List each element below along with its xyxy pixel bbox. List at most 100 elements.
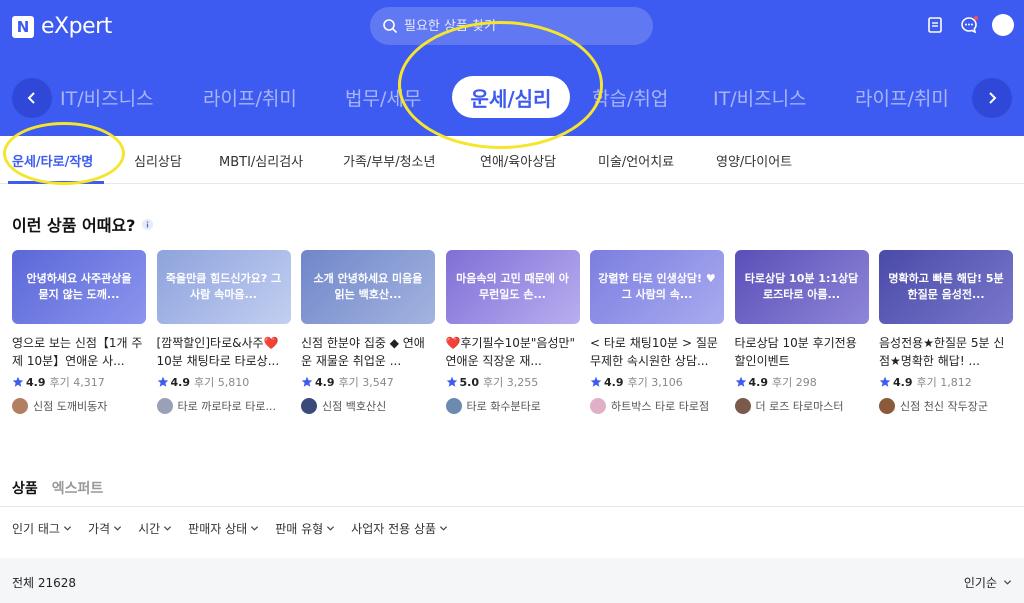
subtab-mbti[interactable]: MBTI/심리검사 (219, 151, 303, 170)
chevron-down-icon (114, 526, 122, 531)
category-prev-button[interactable] (12, 78, 52, 118)
star-icon (157, 376, 168, 387)
category-it-business-2[interactable]: IT/비즈니스 (713, 84, 807, 111)
star-icon (879, 376, 891, 387)
product-thumbnail[interactable]: 마음속의 고민 때문에 아무런일도 손... (445, 250, 580, 324)
product-card[interactable]: 강렬한 타로 인생상담! ♥ 그 사람의 속... < 타로 채팅10분 > 질문… (590, 250, 724, 414)
subtab-nutrition-diet[interactable]: 영양/다이어트 (716, 151, 792, 170)
product-title[interactable]: < 타로 채팅10분 > 질문무제한 속시원한 상담... (590, 334, 724, 370)
seller-avatar (590, 398, 606, 414)
category-fortune-psychology[interactable]: 운세/심리 (452, 76, 570, 118)
filter-popular-tag[interactable]: 인기 태그 (12, 520, 72, 537)
product-card[interactable]: 명확하고 빠른 해답! 5분 한질문 음성전... 음성전용★한질문 5분 신점★… (879, 250, 1013, 414)
search-bar[interactable] (370, 7, 653, 45)
product-card[interactable]: 마음속의 고민 때문에 아무런일도 손... ❤️후기필수10분"음성만" 연애운… (445, 250, 580, 414)
filter-business-only[interactable]: 사업자 전용 상품 (351, 520, 448, 537)
product-title[interactable]: [깜짝할인]타로&사주❤️10분 채팅타로 타로상... (157, 334, 291, 370)
category-life-hobby[interactable]: 라이프/취미 (203, 84, 297, 111)
review-count: 후기 3,547 (338, 376, 394, 389)
logo[interactable]: N eXpert (12, 14, 112, 39)
chevron-right-icon (989, 92, 997, 104)
thumbnail-text: 안녕하세요 사주관상을 묻지 않는 도깨... (26, 272, 132, 301)
subtab-love-parenting[interactable]: 연애/육아상담 (480, 151, 556, 170)
thumbnail-text: 죽을만큼 힘드신가요? 그사람 속마음... (165, 272, 282, 301)
category-life-hobby-2[interactable]: 라이프/취미 (855, 84, 949, 111)
thumbnail-text: 강렬한 타로 인생상담! ♥ 그 사람의 속... (598, 272, 716, 301)
seller-avatar (301, 398, 317, 414)
product-title[interactable]: 음성전용★한질문 5분 신점★명확한 해답! ... (879, 334, 1013, 370)
filter-label: 판매자 상태 (188, 522, 248, 536)
rating: 4.9 후기 3,547 (301, 374, 435, 390)
rating: 4.9 후기 4,317 (12, 374, 146, 390)
category-next-button[interactable] (972, 78, 1012, 118)
seller[interactable]: 신점 도깨비동자 (12, 398, 146, 414)
recommend-title: 이런 상품 어때요? (12, 212, 154, 236)
filter-label: 시간 (138, 522, 161, 536)
product-title[interactable]: 영으로 보는 신점【1개 주제 10분】연애운 사... (12, 334, 146, 370)
filter-seller-status[interactable]: 판매자 상태 (188, 520, 259, 537)
rating-score: 4.9 (315, 375, 335, 389)
seller-name: 신점 도깨비동자 (33, 400, 108, 413)
filter-sale-type[interactable]: 판매 유형 (275, 520, 335, 537)
divider (0, 506, 1024, 507)
product-card[interactable]: 타로상담 10분 1:1상담 로즈타로 아름... 타로상담 10분 후기전용 할… (734, 250, 869, 414)
seller-name: 하트박스 타로 타로점 (611, 400, 710, 413)
sort-dropdown[interactable]: 인기순 (964, 574, 1012, 591)
top-header: N eXpert IT/비즈니스 라이프/취미 법무/세무 운세/심리 학습/취… (0, 0, 1024, 136)
category-it-business[interactable]: IT/비즈니스 (60, 84, 154, 111)
seller-name: 신점 천신 작두장군 (900, 400, 988, 413)
product-thumbnail[interactable]: 소개 안녕하세요 미음을 읽는 백호산... (301, 250, 435, 324)
review-count: 후기 298 (772, 376, 817, 389)
subtab-counseling[interactable]: 심리상담 (134, 151, 182, 170)
search-input[interactable] (404, 18, 624, 34)
product-card[interactable]: 안녕하세요 사주관상을 묻지 않는 도깨... 영으로 보는 신점【1개 주제 1… (12, 250, 146, 414)
profile-avatar[interactable] (992, 14, 1014, 36)
seller-avatar (12, 398, 28, 414)
product-thumbnail[interactable]: 죽을만큼 힘드신가요? 그사람 속마음... (156, 250, 291, 324)
product-card[interactable]: 소개 안녕하세요 미음을 읽는 백호산... 신점 한분야 집중 ◆ 연애운 재물… (301, 250, 435, 414)
review-count: 후기 5,810 (194, 376, 250, 389)
seller-avatar (156, 398, 173, 414)
product-title[interactable]: 타로상담 10분 후기전용 할인이벤트 (735, 334, 869, 370)
seller-avatar (445, 398, 462, 414)
tab-experts[interactable]: 엑스퍼트 (52, 478, 104, 498)
seller-avatar (879, 398, 895, 414)
star-icon (301, 376, 313, 387)
filter-label: 판매 유형 (275, 522, 324, 536)
chat-icon[interactable] (958, 14, 980, 36)
subtab-fortune-tarot-naming[interactable]: 운세/타로/작명 (12, 151, 93, 170)
chevron-down-icon (440, 526, 448, 531)
filter-price[interactable]: 가격 (88, 520, 122, 537)
thumbnail-text: 타로상담 10분 1:1상담 로즈타로 아름... (744, 272, 859, 301)
subtab-art-speech-therapy[interactable]: 미술/언어치료 (598, 151, 674, 170)
seller[interactable]: 더 로즈 타로마스터 (734, 398, 869, 414)
seller[interactable]: 타로 화수분타로 (445, 398, 580, 414)
seller[interactable]: 신점 백호산신 (301, 398, 435, 414)
product-thumbnail[interactable]: 안녕하세요 사주관상을 묻지 않는 도깨... (12, 250, 146, 324)
tab-products[interactable]: 상품 (12, 478, 38, 498)
product-thumbnail[interactable]: 명확하고 빠른 해답! 5분 한질문 음성전... (879, 250, 1013, 324)
category-study-job[interactable]: 학습/취업 (592, 84, 668, 111)
product-card[interactable]: 죽을만큼 힘드신가요? 그사람 속마음... [깜짝할인]타로&사주❤️10분 채… (156, 250, 291, 414)
recommend-title-text: 이런 상품 어때요? (12, 216, 136, 235)
info-icon[interactable] (141, 218, 154, 231)
orders-icon[interactable] (924, 14, 946, 36)
seller-name: 타로 화수분타로 (466, 400, 541, 413)
result-bar: 전체 21628 인기순 (0, 558, 1024, 603)
chevron-down-icon (63, 526, 72, 531)
filter-time[interactable]: 시간 (138, 520, 172, 537)
subcategory-tabs: 운세/타로/작명 심리상담 MBTI/심리검사 가족/부부/청소년 연애/육아상… (0, 136, 1024, 184)
rating: 4.9 후기 298 (735, 374, 869, 390)
category-law-tax[interactable]: 법무/세무 (345, 84, 421, 111)
chevron-down-icon (1003, 580, 1012, 585)
product-thumbnail[interactable]: 타로상담 10분 1:1상담 로즈타로 아름... (734, 250, 869, 324)
seller[interactable]: 신점 천신 작두장군 (879, 398, 1013, 414)
product-title[interactable]: ❤️후기필수10분"음성만" 연애운 직장운 재... (446, 334, 580, 370)
seller[interactable]: 타로 까로타로 타로... (156, 398, 291, 414)
product-thumbnail[interactable]: 강렬한 타로 인생상담! ♥ 그 사람의 속... (590, 250, 724, 324)
chevron-left-icon (27, 92, 35, 104)
product-title[interactable]: 신점 한분야 집중 ◆ 연애운 재물운 취업운 ... (301, 334, 435, 370)
seller[interactable]: 하트박스 타로 타로점 (590, 398, 724, 414)
subtab-family[interactable]: 가족/부부/청소년 (343, 151, 435, 170)
filter-label: 사업자 전용 상품 (351, 522, 437, 536)
